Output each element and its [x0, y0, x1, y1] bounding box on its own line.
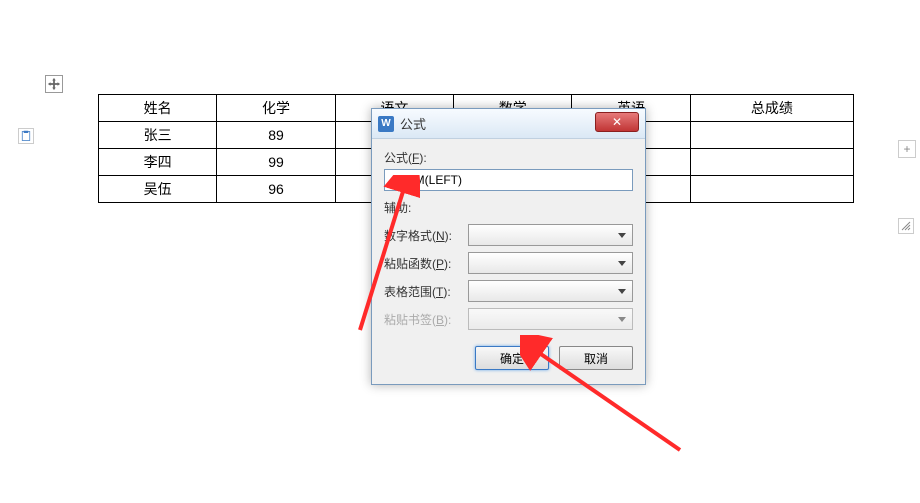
col-total: 总成绩 [690, 95, 853, 122]
move-arrows-icon [47, 77, 61, 91]
paste-bookmark-label: 粘贴书签(B): [384, 311, 468, 328]
add-column-button[interactable]: + [898, 140, 916, 158]
number-format-label: 数字格式(N): [384, 227, 468, 244]
paste-function-label: 粘贴函数(P): [384, 255, 468, 272]
paste-function-combo[interactable] [468, 252, 633, 274]
close-icon: ✕ [612, 115, 622, 129]
cell-chem[interactable]: 96 [217, 176, 335, 203]
table-range-label: 表格范围(T): [384, 283, 468, 300]
number-format-combo[interactable] [468, 224, 633, 246]
cell-name[interactable]: 张三 [99, 122, 217, 149]
cell-total[interactable] [690, 176, 853, 203]
table-range-combo[interactable] [468, 280, 633, 302]
cell-name[interactable]: 吴伍 [99, 176, 217, 203]
col-name: 姓名 [99, 95, 217, 122]
formula-label: 公式(F): [384, 149, 633, 166]
formula-dialog: W 公式 ✕ 公式(F): 辅助: 数字格式(N): 粘贴函数(P): [371, 108, 646, 385]
cell-name[interactable]: 李四 [99, 149, 217, 176]
formula-input[interactable] [384, 169, 633, 191]
paste-bookmark-combo [468, 308, 633, 330]
cell-total[interactable] [690, 149, 853, 176]
dialog-titlebar[interactable]: W 公式 ✕ [372, 109, 645, 139]
cell-chem[interactable]: 99 [217, 149, 335, 176]
col-chemistry: 化学 [217, 95, 335, 122]
cell-total[interactable] [690, 122, 853, 149]
table-resize-handle[interactable] [898, 218, 914, 234]
aux-section-label: 辅助: [384, 199, 633, 216]
clipboard-icon [20, 130, 32, 142]
app-w-icon: W [378, 116, 394, 132]
paste-options-icon[interactable] [18, 128, 34, 144]
cancel-button[interactable]: 取消 [559, 346, 633, 370]
cell-chem[interactable]: 89 [217, 122, 335, 149]
close-button[interactable]: ✕ [595, 112, 639, 132]
dialog-title: 公式 [400, 114, 426, 133]
ok-button[interactable]: 确定 [475, 346, 549, 370]
resize-icon [901, 221, 911, 231]
table-move-handle[interactable] [45, 75, 63, 93]
